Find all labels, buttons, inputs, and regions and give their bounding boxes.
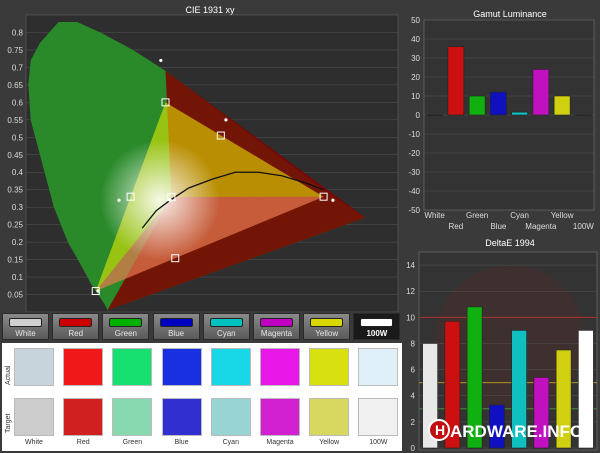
deltae-y-tick: 6 xyxy=(411,366,416,375)
swatch-button-yellow[interactable]: Yellow xyxy=(303,313,351,340)
target-patch-magenta xyxy=(260,398,300,436)
swatch-label: Yellow xyxy=(315,329,339,338)
swatch-chip xyxy=(260,318,293,327)
swatch-chip xyxy=(159,318,193,327)
patch-label: 100W xyxy=(369,439,388,446)
target-patch-white xyxy=(14,398,54,436)
patch-label: Cyan xyxy=(222,439,239,446)
color-patch-panel: Actual Target White Red Green Blue Cyan Magen… xyxy=(2,343,402,451)
deltae-y-axis: 14 12 10 8 6 4 2 0 xyxy=(406,261,415,453)
swatch-button-white[interactable]: White xyxy=(2,313,49,340)
swatch-button-red[interactable]: Red xyxy=(52,313,100,340)
swatch-chip xyxy=(59,318,93,327)
actual-patch-white xyxy=(14,348,54,386)
logo-mark: H xyxy=(428,419,450,441)
actual-patch-cyan xyxy=(210,348,251,386)
target-patch-red xyxy=(63,398,104,436)
actual-row-label: Actual xyxy=(5,365,12,385)
hardware-info-logo: H ARDWARE.INFO xyxy=(428,417,598,447)
patch-label: Green xyxy=(122,439,143,446)
patch-label: Blue xyxy=(174,439,189,446)
target-patch-cyan xyxy=(210,398,251,436)
patch-label: Magenta xyxy=(266,439,294,446)
swatch-label: Magenta xyxy=(260,329,293,338)
deltae-y-tick: 0 xyxy=(411,444,416,453)
actual-patch-green xyxy=(112,348,153,386)
swatch-label: Blue xyxy=(168,329,185,338)
deltae-y-tick: 10 xyxy=(406,313,415,322)
logo-text: ARDWARE.INFO xyxy=(450,422,584,441)
swatch-chip xyxy=(360,318,394,327)
target-patch-yellow xyxy=(309,398,350,436)
patch-label: Yellow xyxy=(319,439,340,446)
swatch-label: White xyxy=(15,329,36,338)
actual-patch-100w xyxy=(358,348,399,386)
target-row-label: Target xyxy=(5,413,12,433)
swatch-label: Cyan xyxy=(216,329,236,338)
swatch-label: 100W xyxy=(366,329,388,338)
target-patch-green xyxy=(112,398,153,436)
deltae-y-tick: 8 xyxy=(411,339,416,348)
swatch-button-magenta[interactable]: Magenta xyxy=(253,313,300,340)
actual-patch-magenta xyxy=(260,348,300,386)
deltae-y-tick: 12 xyxy=(406,287,415,296)
swatch-label: Green xyxy=(114,329,137,338)
deltae-y-tick: 4 xyxy=(411,392,416,401)
swatch-chip xyxy=(9,318,42,327)
swatch-bar: White Red Green Blue Cyan Magenta Yellow 100W xyxy=(2,313,404,342)
swatch-chip xyxy=(209,318,243,327)
swatch-chip xyxy=(109,318,143,327)
actual-patch-red xyxy=(63,348,104,386)
target-patch-100w xyxy=(358,398,399,436)
deltae-y-tick: 2 xyxy=(411,418,416,427)
swatch-button-blue[interactable]: Blue xyxy=(152,313,200,340)
patch-label: White xyxy=(25,439,43,446)
swatch-button-green[interactable]: Green xyxy=(102,313,150,340)
patch-label: Red xyxy=(76,439,90,446)
actual-patch-yellow xyxy=(309,348,350,386)
swatch-label: Red xyxy=(68,329,84,338)
actual-patch-blue xyxy=(161,348,202,386)
swatch-button-cyan[interactable]: Cyan xyxy=(202,313,250,340)
deltae-y-tick: 14 xyxy=(406,261,415,270)
swatch-button-100w[interactable]: 100W xyxy=(353,313,401,340)
swatch-chip xyxy=(310,318,344,327)
target-patch-blue xyxy=(161,398,202,436)
